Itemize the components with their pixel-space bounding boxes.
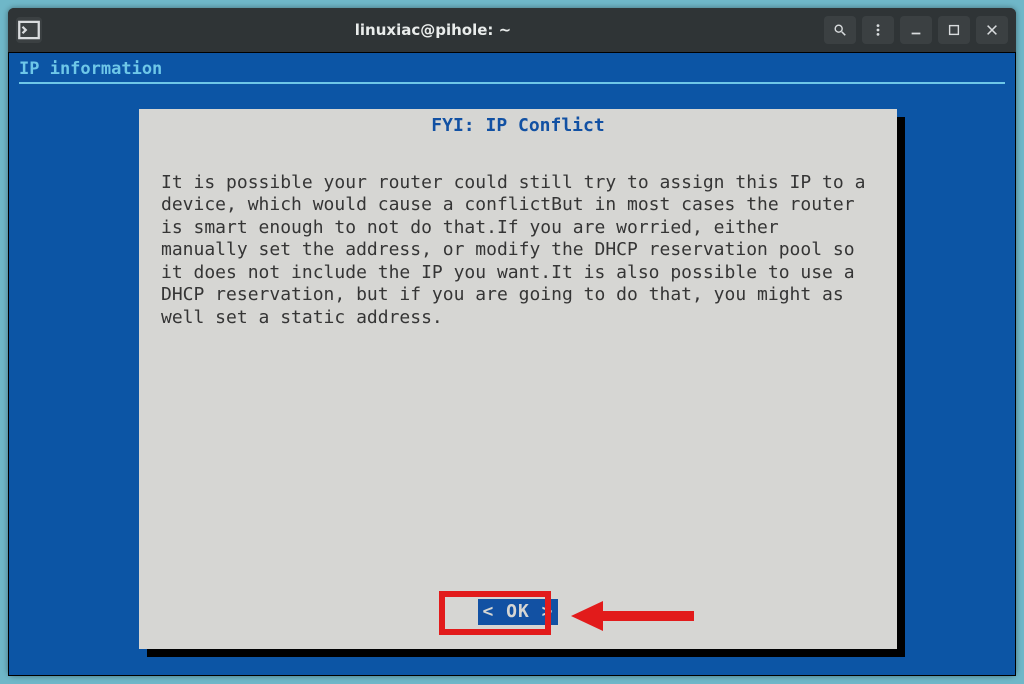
minimize-button[interactable] xyxy=(900,16,932,44)
window-title: linuxiac@pihole: ~ xyxy=(48,21,818,39)
search-button[interactable] xyxy=(824,16,856,44)
whiptail-dialog: FYI: IP Conflict It is possible your rou… xyxy=(139,109,897,649)
app-icon xyxy=(16,17,42,43)
menu-button[interactable] xyxy=(862,16,894,44)
close-button[interactable] xyxy=(976,16,1008,44)
section-title: IP information xyxy=(9,53,1015,82)
terminal-area[interactable]: IP information FYI: IP Conflict It is po… xyxy=(8,52,1016,676)
maximize-button[interactable] xyxy=(938,16,970,44)
dialog-body: It is possible your router could still t… xyxy=(139,138,897,330)
terminal-window: linuxiac@pihole: ~ IP information xyxy=(8,8,1016,676)
ok-button[interactable]: < OK > xyxy=(478,599,557,626)
dialog-title: FYI: IP Conflict xyxy=(139,109,897,138)
dialog-footer: < OK > xyxy=(139,599,897,626)
section-divider xyxy=(19,82,1005,84)
window-titlebar: linuxiac@pihole: ~ xyxy=(8,8,1016,52)
